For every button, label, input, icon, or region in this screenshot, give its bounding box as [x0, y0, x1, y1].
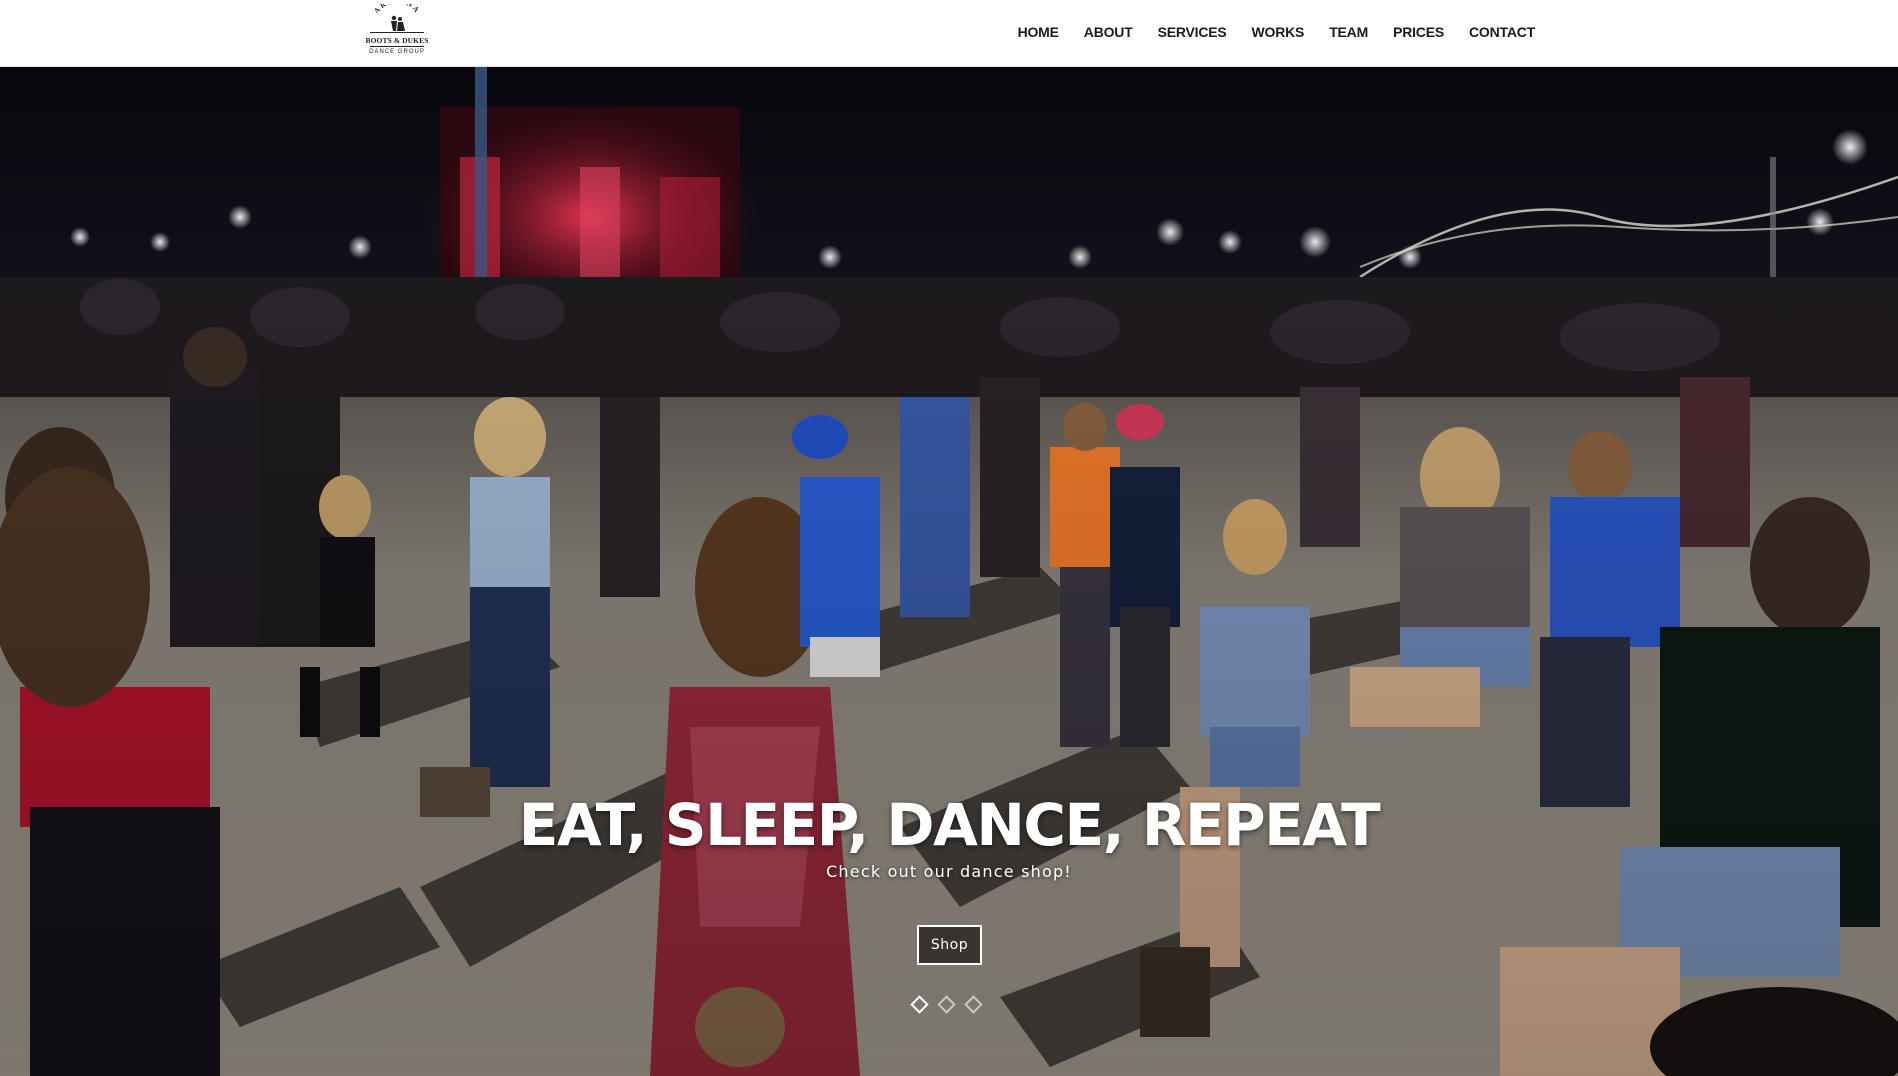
site-logo[interactable]: ARIZONA BOOTS & DUKES DANCE GROUP: [362, 4, 432, 60]
nav-item-works[interactable]: WORKS: [1252, 22, 1305, 42]
nav-item-team[interactable]: TEAM: [1329, 22, 1368, 42]
nav-item-contact[interactable]: CONTACT: [1469, 22, 1535, 42]
hero-slider: EAT, SLEEP, DANCE, REPEAT Check out our …: [0, 67, 1898, 1076]
hero-title: EAT, SLEEP, DANCE, REPEAT: [518, 791, 1381, 859]
slider-dot-2[interactable]: [937, 995, 956, 1014]
shop-button[interactable]: Shop: [917, 925, 982, 965]
hero-subtitle: Check out our dance shop!: [826, 862, 1072, 881]
main-nav: HOME ABOUT SERVICES WORKS TEAM PRICES CO…: [1018, 22, 1536, 42]
nav-item-home[interactable]: HOME: [1018, 22, 1059, 42]
slider-dot-1[interactable]: [910, 995, 929, 1014]
slider-dot-3[interactable]: [964, 995, 983, 1014]
nav-item-about[interactable]: ABOUT: [1084, 22, 1133, 42]
logo-sub-text: DANCE GROUP: [369, 49, 425, 55]
logo-arc-text: ARIZONA: [372, 4, 421, 15]
svg-text:ARIZONA: ARIZONA: [372, 4, 422, 15]
nav-item-services[interactable]: SERVICES: [1158, 22, 1227, 42]
nav-item-prices[interactable]: PRICES: [1393, 22, 1444, 42]
logo-main-text: BOOTS & DUKES: [365, 36, 429, 45]
slider-pagination: [910, 995, 983, 1014]
site-header: ARIZONA BOOTS & DUKES DANCE GROUP HOME A…: [0, 0, 1898, 67]
